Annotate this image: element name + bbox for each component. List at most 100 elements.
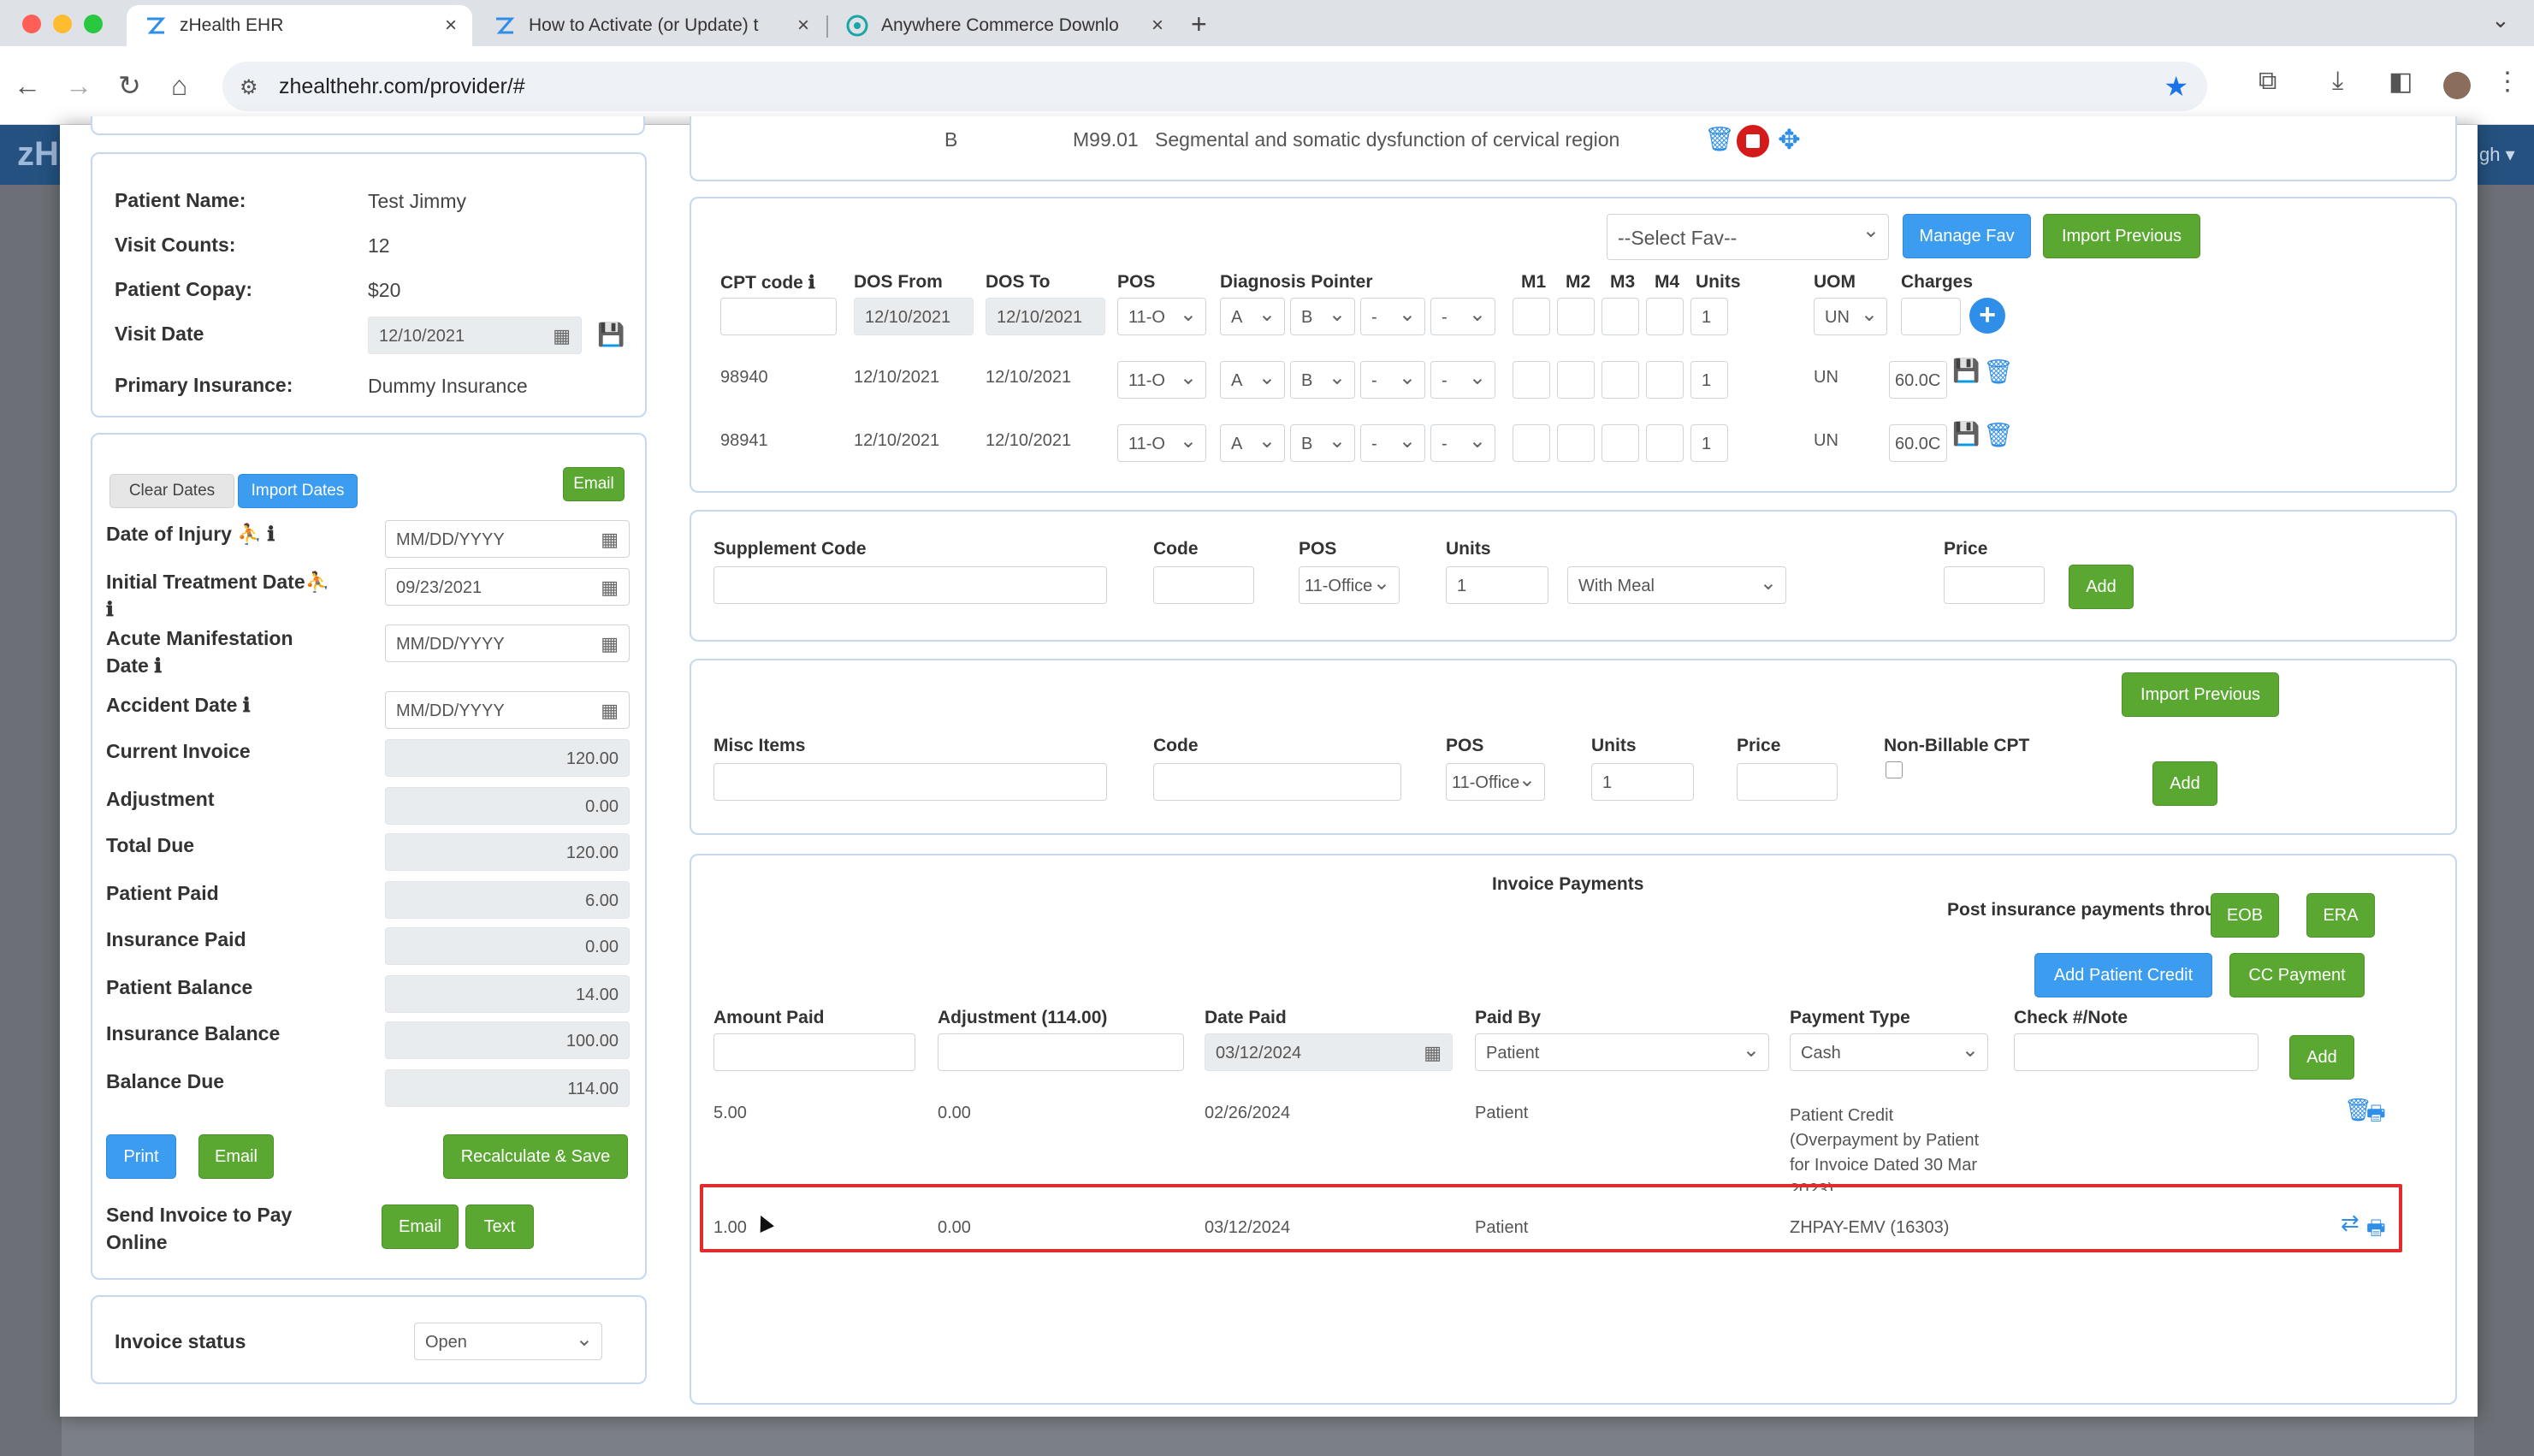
non-billable-checkbox[interactable] — [1886, 761, 1903, 778]
supplement-price-input[interactable] — [1944, 566, 2045, 604]
initial-treatment-input[interactable]: 09/23/2021 ▦ — [385, 568, 630, 606]
cpt-row-diag-2[interactable]: B — [1290, 361, 1355, 399]
add-patient-credit-button[interactable]: Add Patient Credit — [2034, 953, 2212, 997]
more-menu-icon[interactable]: ⋮ — [2495, 67, 2520, 97]
acute-manifestation-input[interactable]: MM/DD/YYYY ▦ — [385, 624, 630, 662]
address-bar[interactable]: ⚙ zhealthehr.com/provider/# ★ — [222, 62, 2207, 111]
cpt-row-diag-1[interactable]: A — [1220, 424, 1285, 462]
manage-fav-button[interactable]: Manage Fav — [1903, 214, 2031, 258]
payment-type-select[interactable]: Cash — [1790, 1033, 1988, 1071]
cpt-row-pos[interactable]: 11-O — [1117, 424, 1206, 462]
cpt-row-diag-1[interactable]: A — [1220, 361, 1285, 399]
cpt-row-m1[interactable] — [1513, 361, 1550, 399]
cpt-row-m3[interactable] — [1602, 361, 1639, 399]
misc-items-input[interactable] — [713, 763, 1107, 801]
trash-icon[interactable]: 🗑 — [1983, 358, 2014, 386]
cpt-row-diag-4[interactable]: - — [1430, 361, 1495, 399]
cpt-row-units[interactable]: 1 — [1690, 424, 1728, 462]
m1-input[interactable] — [1513, 298, 1550, 335]
send-invoice-email-button[interactable]: Email — [382, 1204, 459, 1249]
site-settings-icon[interactable]: ⚙ — [240, 75, 258, 100]
check-note-input[interactable] — [2014, 1033, 2259, 1071]
m2-input[interactable] — [1557, 298, 1595, 335]
pos-select[interactable]: 11-O — [1117, 298, 1206, 335]
calendar-icon[interactable]: ▦ — [553, 325, 571, 347]
app-user-menu[interactable]: gh ▾ — [2474, 125, 2534, 185]
accident-date-input[interactable]: MM/DD/YYYY ▦ — [385, 691, 630, 729]
add-cpt-icon[interactable]: + — [1969, 298, 2005, 334]
close-icon[interactable]: × — [1152, 14, 1163, 38]
units-input[interactable]: 1 — [1690, 298, 1728, 335]
cpt-row-pos[interactable]: 11-O — [1117, 361, 1206, 399]
download-icon[interactable]: ⤓ — [2332, 67, 2343, 96]
m4-input[interactable] — [1646, 298, 1684, 335]
close-window-icon[interactable] — [22, 15, 41, 33]
misc-add-button[interactable]: Add — [2152, 761, 2217, 806]
eob-button[interactable]: EOB — [2211, 893, 2279, 938]
invoice-email-button[interactable]: Email — [198, 1134, 274, 1179]
import-previous-cpt-button[interactable]: Import Previous — [2043, 214, 2200, 258]
cpt-row-diag-3[interactable]: - — [1360, 424, 1425, 462]
home-icon[interactable]: ⌂ — [171, 68, 187, 103]
cpt-row-charge[interactable]: 60.0C — [1889, 424, 1947, 462]
cpt-row-diag-3[interactable]: - — [1360, 361, 1425, 399]
side-panel-icon[interactable]: ◧ — [2389, 67, 2413, 97]
clear-dates-button[interactable]: Clear Dates — [110, 474, 234, 508]
charges-input[interactable] — [1901, 298, 1961, 335]
calendar-icon[interactable]: ▦ — [601, 633, 619, 655]
cpt-row-m2[interactable] — [1557, 361, 1595, 399]
cpt-row-m3[interactable] — [1602, 424, 1639, 462]
cpt-row-m4[interactable] — [1646, 361, 1684, 399]
bookmark-star-icon[interactable]: ★ — [2164, 70, 2188, 103]
misc-units-input[interactable]: 1 — [1591, 763, 1694, 801]
trash-icon[interactable]: 🗑 — [1704, 125, 1735, 153]
back-arrow-icon[interactable]: ← — [14, 68, 41, 103]
supplement-add-button[interactable]: Add — [2069, 565, 2134, 609]
supplement-units-input[interactable]: 1 — [1446, 566, 1548, 604]
extensions-icon[interactable]: ⧉ — [2259, 67, 2276, 96]
date-paid-input[interactable]: 03/12/2024 ▦ — [1205, 1033, 1453, 1071]
supplement-meal-select[interactable]: With Meal — [1567, 566, 1786, 604]
visit-date-input[interactable]: 12/10/2021 ▦ — [368, 317, 582, 354]
tab-zhealth-ehr[interactable]: zHealth EHR × — [127, 5, 472, 46]
cpt-row-m4[interactable] — [1646, 424, 1684, 462]
print-receipt-icon[interactable]: 🖶 — [2366, 1098, 2386, 1133]
misc-price-input[interactable] — [1737, 763, 1838, 801]
calendar-icon[interactable]: ▦ — [601, 577, 619, 599]
misc-code-input[interactable] — [1153, 763, 1401, 801]
recalculate-save-button[interactable]: Recalculate & Save — [443, 1134, 628, 1179]
cpt-row-m1[interactable] — [1513, 424, 1550, 462]
select-fav-dropdown[interactable]: --Select Fav-- — [1607, 214, 1889, 260]
cpt-row-charge[interactable]: 60.0C — [1889, 361, 1947, 399]
trash-icon[interactable]: 🗑 — [1983, 421, 2014, 449]
close-icon[interactable]: × — [797, 14, 809, 38]
era-button[interactable]: ERA — [2306, 893, 2375, 938]
dos-from-input[interactable]: 12/10/2021 — [854, 298, 974, 335]
calendar-icon[interactable]: ▦ — [601, 529, 619, 551]
move-icon[interactable]: ✥ — [1778, 123, 1801, 156]
tab-anywhere-commerce[interactable]: Anywhere Commerce Downlo × — [828, 5, 1179, 46]
save-icon[interactable]: 💾 — [1952, 421, 1980, 447]
supplement-code-field[interactable] — [1153, 566, 1254, 604]
date-of-injury-input[interactable]: MM/DD/YYYY ▦ — [385, 520, 630, 558]
diagnosis-pointer-1[interactable]: A — [1220, 298, 1285, 335]
import-dates-button[interactable]: Import Dates — [238, 474, 358, 508]
calendar-icon[interactable]: ▦ — [601, 700, 619, 722]
save-icon[interactable]: 💾 — [597, 322, 625, 348]
cpt-code-input[interactable] — [720, 298, 837, 335]
save-icon[interactable]: 💾 — [1952, 358, 1980, 384]
supplement-pos-select[interactable]: 11-Office — [1299, 566, 1400, 604]
import-previous-misc-button[interactable]: Import Previous — [2122, 672, 2279, 717]
invoice-status-select[interactable]: Open — [414, 1323, 602, 1360]
paid-by-select[interactable]: Patient — [1475, 1033, 1769, 1071]
new-tab-button[interactable]: + — [1191, 9, 1207, 40]
forward-arrow-icon[interactable]: → — [65, 68, 92, 103]
dos-to-input[interactable]: 12/10/2021 — [986, 298, 1105, 335]
minimize-window-icon[interactable] — [53, 15, 72, 33]
close-icon[interactable]: × — [445, 14, 457, 38]
cpt-row-diag-2[interactable]: B — [1290, 424, 1355, 462]
tab-search-icon[interactable]: ⌄ — [2491, 7, 2510, 33]
stop-icon[interactable] — [1737, 125, 1769, 157]
diagnosis-pointer-4[interactable]: - — [1430, 298, 1495, 335]
supplement-code-input[interactable] — [713, 566, 1107, 604]
